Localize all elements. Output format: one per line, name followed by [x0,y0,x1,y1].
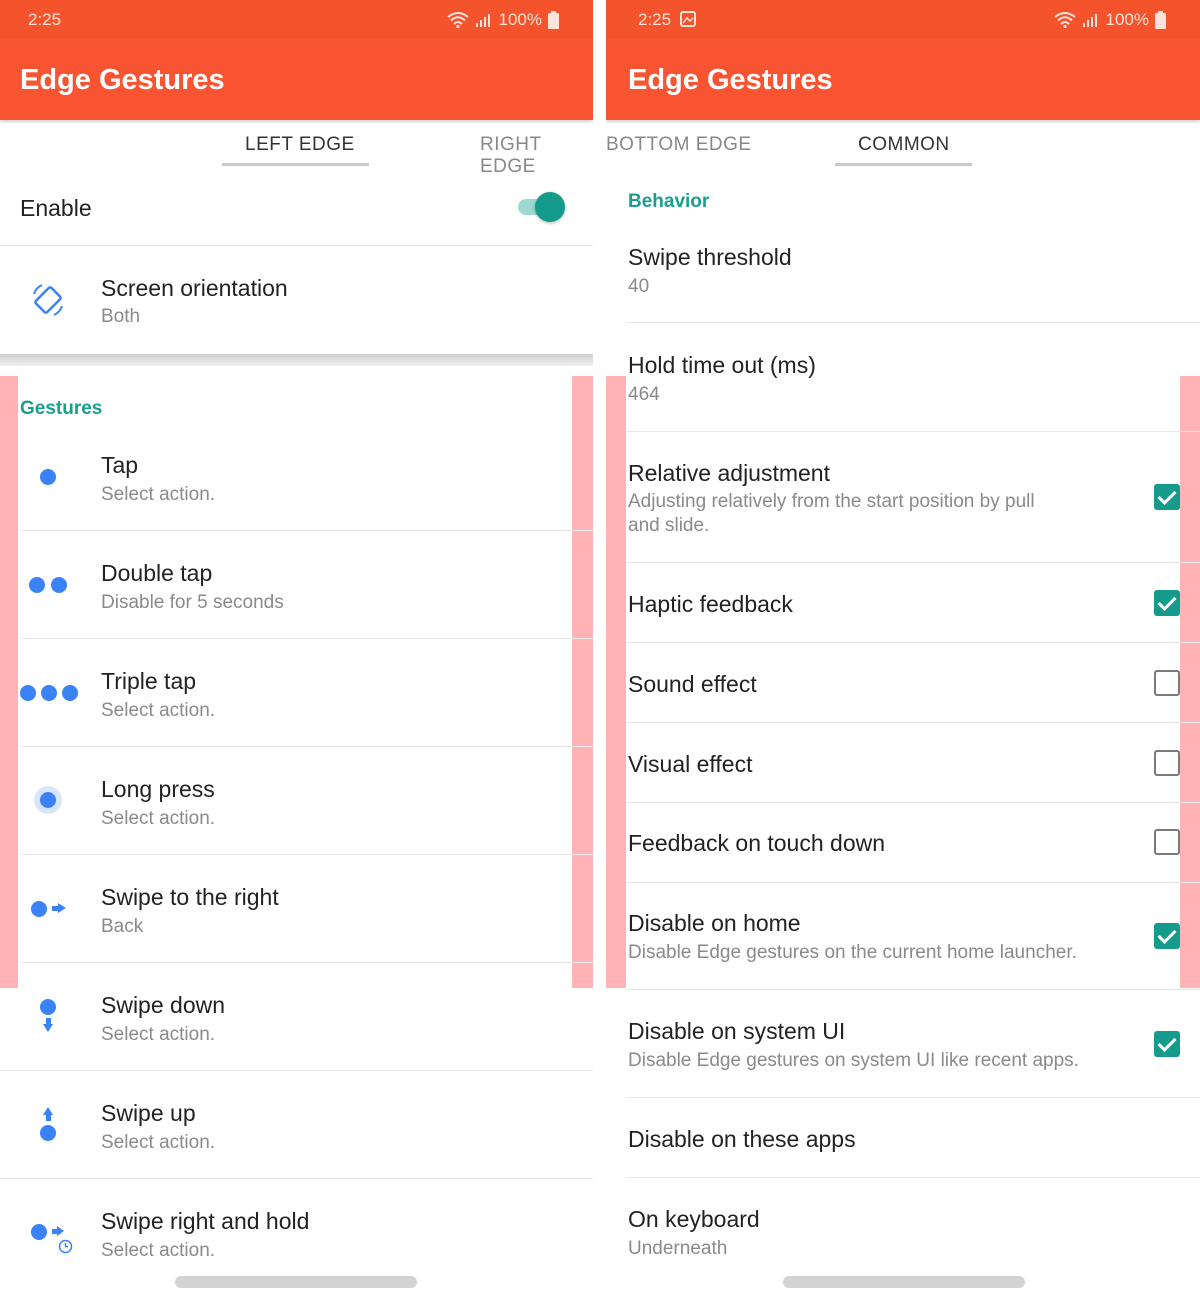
tab-indicator [222,163,369,166]
gesture-title: Swipe down [101,992,226,1018]
gesture-subtitle: Select action. [101,1240,216,1261]
gesture-subtitle: Disable for 5 seconds [101,592,284,613]
tab-bottom-edge[interactable]: BOTTOM EDGE [606,134,752,156]
page-title: Edge Gestures [20,64,225,96]
gesture-subtitle: Select action. [101,1024,216,1045]
disable-system-ui-checkbox[interactable] [1154,1031,1180,1057]
setting-title: Relative adjustment [628,460,830,486]
tab-bar: LEFT EDGE RIGHT EDGE [0,122,593,177]
gesture-title: Swipe to the right [101,884,279,910]
left-edge-highlight [606,376,626,988]
gesture-title: Swipe right and hold [101,1208,310,1234]
screen-rotation-icon [33,284,63,316]
setting-value: 40 [628,276,650,297]
image-notification-icon [679,11,696,27]
enable-label: Enable [20,195,92,221]
haptic-feedback-checkbox[interactable] [1154,590,1180,616]
visual-effect-checkbox[interactable] [1154,750,1180,776]
gesture-subtitle: Select action. [101,808,216,829]
setting-value: 464 [628,384,660,405]
tab-left-edge[interactable]: LEFT EDGE [245,134,355,156]
setting-title: Swipe threshold [628,244,792,270]
battery-percent: 100% [498,10,542,29]
right-screen: 2:25 100% Edge Gestures BOTTOM EDGE COMM… [606,0,1200,1298]
status-time: 2:25 [638,10,672,29]
tab-indicator [835,163,972,166]
setting-title: Hold time out (ms) [628,352,816,378]
feedback-touch-down-checkbox[interactable] [1154,829,1180,855]
gesture-subtitle: Select action. [101,1132,216,1153]
gesture-title: Swipe up [101,1100,196,1126]
app-bar: Edge Gestures [606,38,1200,120]
battery-percent: 100% [1105,10,1149,29]
gesture-title: Long press [101,776,215,802]
wifi-icon [446,12,469,28]
gesture-subtitle: Back [101,916,144,937]
sound-effect-checkbox[interactable] [1154,670,1180,696]
home-handle[interactable] [175,1276,417,1288]
left-edge-highlight [0,376,18,988]
setting-subtitle: Disable Edge gestures on system UI like … [628,1050,1079,1071]
setting-subtitle: and slide. [628,515,710,536]
tab-common[interactable]: COMMON [858,134,950,156]
tab-bar: BOTTOM EDGE COMMON [606,122,1200,168]
gesture-subtitle: Select action. [101,700,216,721]
right-edge-highlight [572,376,593,988]
signal-icon [475,14,490,27]
clock-icon [58,1239,73,1254]
tab-right-edge[interactable]: RIGHT EDGE [480,134,593,178]
setting-title: Disable on these apps [628,1126,856,1152]
gesture-title: Triple tap [101,668,197,694]
setting-subtitle: Adjusting relatively from the start posi… [628,491,1035,512]
setting-subtitle: Disable Edge gestures on the current hom… [628,942,1077,963]
setting-title: Disable on system UI [628,1018,846,1044]
setting-title: Feedback on touch down [628,830,886,856]
setting-title: Visual effect [628,751,753,777]
gesture-subtitle: Select action. [101,484,216,505]
status-bar: 2:25 100% [0,0,593,38]
setting-title: Sound effect [628,671,757,697]
battery-icon [1155,11,1166,29]
gesture-title: Double tap [101,560,213,586]
home-handle[interactable] [783,1276,1025,1288]
setting-title: On keyboard [628,1206,760,1232]
app-bar: Edge Gestures [0,38,593,120]
status-bar: 2:25 100% [606,0,1200,38]
left-screen: 2:25 100% Edge Gestures LEFT EDGE RIGHT … [0,0,593,1298]
wifi-icon [1053,12,1076,28]
orientation-value: Both [101,306,141,327]
disable-on-home-checkbox[interactable] [1154,923,1180,949]
setting-value: Underneath [628,1238,728,1259]
page-title: Edge Gestures [628,64,833,96]
setting-title: Haptic feedback [628,591,793,617]
signal-icon [1082,14,1097,27]
orientation-title: Screen orientation [101,275,288,301]
gestures-header: Gestures [20,398,103,419]
setting-title: Disable on home [628,910,801,936]
battery-icon [548,11,559,29]
status-time: 2:25 [28,10,62,29]
relative-adjustment-checkbox[interactable] [1154,484,1180,510]
gesture-title: Tap [101,452,139,478]
behavior-header: Behavior [628,191,710,212]
right-edge-highlight [1180,376,1200,988]
